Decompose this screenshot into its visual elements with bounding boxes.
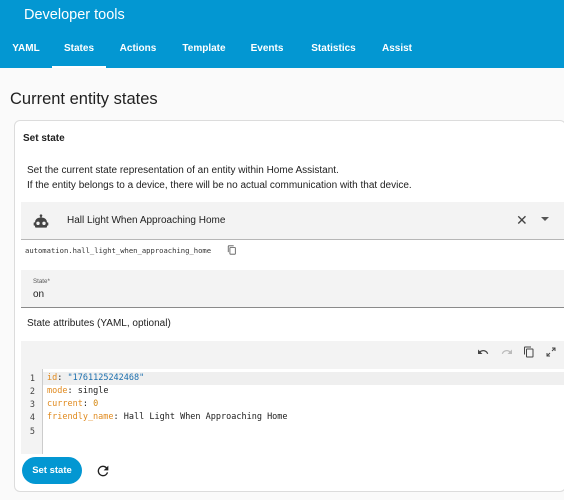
line-number: 3	[29, 400, 35, 410]
tab-states[interactable]: States	[52, 30, 106, 68]
entity-name: Hall Light When Approaching Home	[67, 215, 226, 226]
line-number: 1	[29, 374, 35, 384]
description-line-1: Set the current state representation of …	[27, 165, 339, 176]
tab-yaml[interactable]: YAML	[0, 30, 52, 68]
state-input-value[interactable]: on	[33, 289, 44, 300]
app-header: Developer tools YAML States Actions Temp…	[0, 0, 564, 68]
line-number: 4	[29, 413, 35, 423]
dropdown-arrow-icon[interactable]	[541, 217, 549, 221]
state-input[interactable]: State* on	[21, 270, 564, 308]
code-line: friendly_name: Hall Light When Approachi…	[47, 412, 288, 422]
page-title: Current entity states	[10, 90, 158, 108]
clear-icon[interactable]: ✕	[516, 212, 528, 228]
set-state-card: Set state Set the current state represen…	[14, 120, 564, 492]
tab-events[interactable]: Events	[238, 30, 296, 68]
editor-gutter: 1 2 3 4 5	[21, 369, 42, 454]
yaml-editor[interactable]: 1 2 3 4 5 id: "1761125242468" mode: sing…	[21, 341, 564, 454]
entity-picker[interactable]: Hall Light When Approaching Home ✕	[21, 202, 564, 240]
description-line-2: If the entity belongs to a device, there…	[27, 179, 412, 191]
attributes-label: State attributes (YAML, optional)	[27, 318, 171, 329]
copy-icon[interactable]	[523, 346, 535, 358]
redo-icon[interactable]	[501, 346, 513, 358]
robot-icon	[33, 214, 49, 228]
line-number: 2	[29, 387, 35, 397]
code-line: mode: single	[47, 386, 109, 396]
card-title: Set state	[23, 133, 65, 144]
tab-bar: YAML States Actions Template Events Stat…	[0, 30, 423, 68]
app-title: Developer tools	[24, 7, 125, 23]
set-state-button[interactable]: Set state	[22, 457, 82, 484]
refresh-icon[interactable]	[95, 463, 111, 479]
tab-actions[interactable]: Actions	[106, 30, 170, 68]
line-number: 5	[29, 427, 35, 437]
entity-id: automation.hall_light_when_approaching_h…	[25, 246, 212, 255]
editor-code-area[interactable]: id: "1761125242468" mode: single current…	[42, 369, 564, 454]
fullscreen-icon[interactable]	[545, 346, 557, 358]
state-input-label: State*	[33, 278, 50, 285]
active-tab-indicator	[52, 66, 106, 68]
copy-entity-id-icon[interactable]	[227, 245, 237, 255]
tab-template[interactable]: Template	[170, 30, 238, 68]
undo-icon[interactable]	[477, 346, 489, 358]
code-line: current: 0	[47, 399, 99, 409]
tab-statistics[interactable]: Statistics	[296, 30, 371, 68]
code-line: id: "1761125242468"	[47, 373, 145, 383]
card-description: Set the current state representation of …	[27, 164, 412, 193]
tab-assist[interactable]: Assist	[371, 30, 423, 68]
